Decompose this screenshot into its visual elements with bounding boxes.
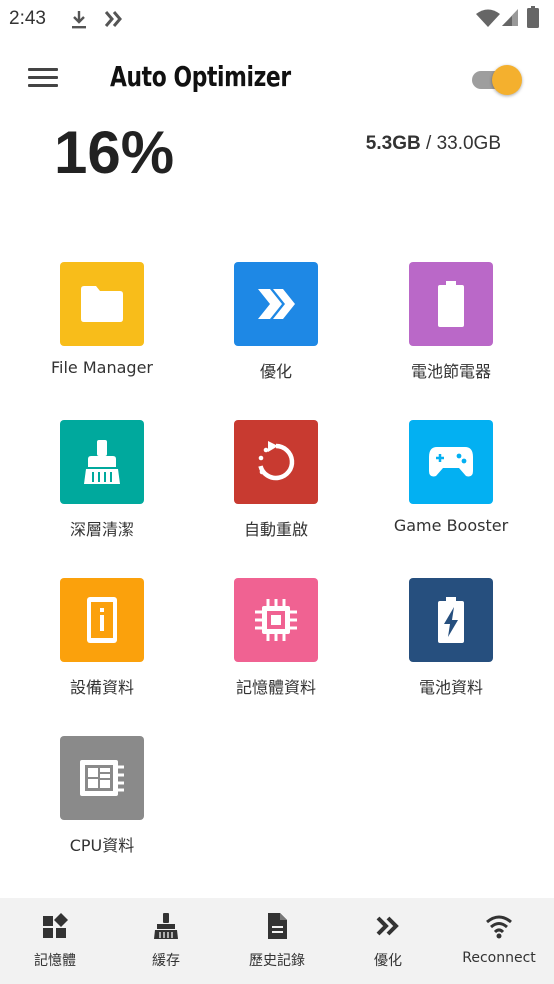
wifi-icon	[486, 915, 512, 939]
optimize-notification-icon	[105, 11, 122, 27]
nav-item-memory[interactable]: 記憶體	[0, 898, 110, 984]
tile-label: 優化	[259, 362, 292, 381]
optimize-chevrons-icon	[258, 289, 295, 319]
tile-label: File Manager	[51, 358, 153, 377]
broom-icon	[84, 440, 120, 484]
tile-icon-box	[409, 420, 493, 504]
status-time: 2:43	[9, 8, 46, 29]
bottom-navigation: 記憶體 緩存 歷史記錄 優化 Reconnect	[0, 898, 554, 984]
tile-optimize[interactable]: 優化	[191, 262, 361, 402]
signal-icon	[502, 9, 518, 26]
broom-icon	[154, 913, 178, 939]
tile-icon-box	[60, 262, 144, 346]
download-icon	[72, 11, 86, 29]
tile-cpu-info[interactable]: CPU資料	[17, 736, 187, 876]
tile-battery-info[interactable]: 電池資料	[366, 578, 536, 718]
nav-label: Reconnect	[462, 950, 536, 966]
app-title: Auto Optimizer	[110, 60, 291, 93]
nav-label: 歷史記錄	[249, 953, 305, 969]
tile-label: 深層清潔	[69, 520, 134, 539]
tile-label: 記憶體資料	[235, 678, 316, 697]
memory-separator: /	[420, 133, 437, 154]
memory-total: 33.0GB	[436, 133, 501, 154]
tile-battery-saver[interactable]: 電池節電器	[366, 262, 536, 402]
chevrons-icon	[376, 916, 399, 936]
chip-icon	[255, 599, 297, 641]
tile-icon-box	[234, 578, 318, 662]
battery-charging-icon	[438, 597, 464, 643]
tile-label: 自動重啟	[243, 520, 308, 539]
tile-icon-box	[60, 736, 144, 820]
gamepad-icon	[429, 447, 473, 477]
dashboard-icon	[43, 913, 68, 938]
tile-auto-restart[interactable]: 自動重啟	[191, 420, 361, 560]
nav-label: 緩存	[152, 953, 180, 969]
tile-label: Game Booster	[393, 516, 509, 535]
tile-icon-box	[60, 578, 144, 662]
tile-file-manager[interactable]: File Manager	[17, 262, 187, 402]
tile-game-booster[interactable]: Game Booster	[366, 420, 536, 560]
tile-deep-clean[interactable]: 深層清潔	[17, 420, 187, 560]
tile-label: CPU資料	[69, 836, 135, 855]
memory-used: 5.3GB	[365, 133, 421, 154]
tile-icon-box	[60, 420, 144, 504]
tile-device-info[interactable]: 設備資料	[17, 578, 187, 718]
battery-status-icon	[527, 6, 539, 28]
status-bar: 2:43	[0, 0, 554, 36]
memory-percent: 16%	[54, 119, 175, 186]
device-info-icon	[87, 597, 117, 643]
restart-icon	[258, 441, 295, 481]
menu-button[interactable]	[28, 68, 58, 92]
tile-icon-box	[409, 262, 493, 346]
wifi-status-icon	[476, 9, 500, 27]
tile-label: 電池節電器	[410, 362, 491, 381]
tile-icon-box	[234, 262, 318, 346]
tile-icon-box	[234, 420, 318, 504]
battery-icon	[438, 281, 464, 327]
cpu-icon	[80, 760, 124, 796]
auto-optimize-toggle[interactable]	[470, 65, 524, 95]
tile-label: 設備資料	[69, 678, 134, 697]
nav-item-reconnect[interactable]: Reconnect	[444, 898, 554, 984]
menu-icon	[28, 68, 58, 71]
memory-usage: 5.3GB / 33.0GB	[366, 133, 501, 155]
nav-item-optimize[interactable]: 優化	[333, 898, 443, 984]
tile-memory-info[interactable]: 記憶體資料	[191, 578, 361, 718]
tile-label: 電池資料	[418, 678, 483, 697]
document-icon	[268, 913, 287, 939]
app-bar: Auto Optimizer	[0, 48, 554, 112]
tile-icon-box	[409, 578, 493, 662]
nav-item-history[interactable]: 歷史記錄	[222, 898, 332, 984]
nav-label: 記憶體	[34, 953, 76, 969]
toggle-thumb	[492, 65, 522, 95]
nav-label: 優化	[374, 953, 402, 969]
nav-item-cache[interactable]: 緩存	[111, 898, 221, 984]
folder-icon	[81, 286, 123, 322]
